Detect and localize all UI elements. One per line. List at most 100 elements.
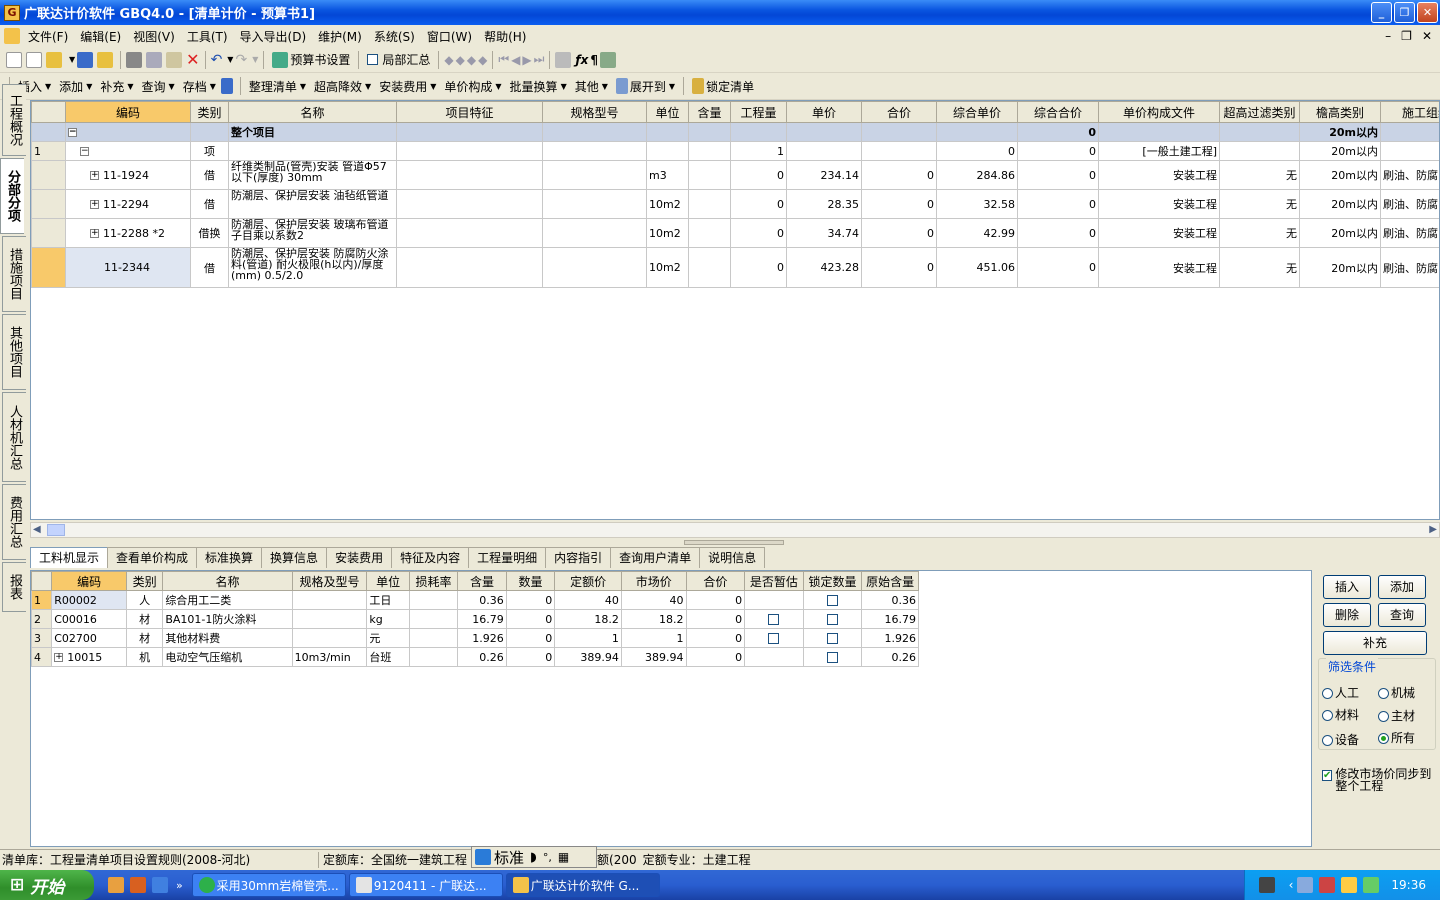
expand-to-button[interactable]: 展开到 ▼ [613, 76, 678, 96]
move-left-icon[interactable]: ◆ [444, 53, 453, 67]
prev-icon[interactable]: ◀ [511, 53, 520, 67]
start-button[interactable]: ⊞ 开始 [0, 870, 94, 900]
table-row[interactable]: +11-2294 借 防潮层、保护层安装 油毡纸管道 10m2 0 28.35 … [31, 189, 1439, 219]
table-row[interactable]: 1 − 项 1 0 0 [一般土建工程] 20m以内 [31, 141, 1439, 161]
tab-standard-convert[interactable]: 标准换算 [196, 547, 263, 568]
open-folder-icon[interactable] [46, 51, 62, 68]
minimize-button[interactable]: _ [1371, 2, 1392, 23]
col-unit[interactable]: 单位 [646, 101, 689, 123]
new-doc-icon[interactable] [26, 51, 42, 68]
cut-icon[interactable] [126, 51, 143, 68]
tray-security-icon[interactable] [1341, 877, 1358, 893]
budget-settings-button[interactable]: 预算书设置 [269, 50, 353, 70]
undo-icon[interactable]: ↶ [211, 52, 223, 68]
tab-labor-material-display[interactable]: 工料机显示 [30, 547, 109, 568]
tab-description[interactable]: 说明信息 [699, 547, 766, 568]
sync-market-price-checkbox[interactable]: ✔ 修改市场价同步到整个工程 [1322, 768, 1434, 792]
tab-unit-price-composition[interactable]: 查看单价构成 [107, 547, 198, 568]
table-row[interactable]: 2 C00016 材 BA101-1防火涂料 kg 16.79 0 18.2 1… [30, 609, 919, 629]
copy-icon[interactable] [146, 51, 163, 68]
task-item-explorer[interactable]: 9120411 - 广联达... [348, 873, 503, 897]
col-loss-rate[interactable]: 损耗率 [408, 571, 459, 591]
col-total[interactable]: 合价 [861, 101, 937, 123]
move-up-icon[interactable]: ◆ [467, 53, 476, 67]
scroll-left-icon[interactable]: ◀ [33, 524, 41, 535]
scroll-thumb[interactable] [47, 524, 65, 536]
col-total[interactable]: 合价 [685, 571, 746, 591]
sidetab-fee-summary[interactable]: 费用汇总 [2, 484, 26, 560]
move-right-icon[interactable]: ◆ [456, 53, 465, 67]
radio-all[interactable]: 所有 [1378, 729, 1415, 746]
tray-volume-icon[interactable] [1363, 877, 1380, 893]
tray-network-icon[interactable] [1297, 877, 1314, 893]
last-icon[interactable]: ⏭ [534, 52, 545, 67]
delete-button[interactable]: 删除 [1323, 603, 1371, 627]
tray-app-icon[interactable] [1258, 877, 1275, 893]
sidetab-project-overview[interactable]: 工程概况 [2, 84, 26, 156]
binoculars-icon[interactable] [220, 78, 233, 94]
save-icon[interactable] [77, 51, 94, 68]
insert-button[interactable]: 插入 [1323, 575, 1371, 599]
radio-main-material[interactable]: 主材 [1378, 707, 1415, 724]
col-code[interactable]: 编码 [65, 101, 191, 123]
expand-icon[interactable]: + [90, 171, 99, 180]
tray-clock[interactable]: 19:36 [1391, 878, 1426, 892]
menu-edit[interactable]: 编辑(E) [74, 28, 127, 45]
lock-list-button[interactable]: 锁定清单 [689, 76, 757, 96]
menu-help[interactable]: 帮助(H) [478, 28, 532, 45]
radio-material[interactable]: 材料 [1322, 706, 1359, 723]
sidetab-labor-material-summary[interactable]: 人材机汇总 [2, 392, 26, 482]
calculator-icon[interactable] [555, 51, 572, 68]
batch-convert-button[interactable]: 批量换算 ▼ [507, 76, 570, 96]
col-market-price[interactable]: 市场价 [620, 571, 687, 591]
quicklaunch-app-icon[interactable] [108, 877, 124, 893]
quicklaunch-more-icon[interactable]: » [176, 879, 183, 892]
col-category[interactable]: 类别 [125, 571, 164, 591]
archive-menu-button[interactable]: 存档 ▼ [180, 76, 219, 96]
tab-content-guide[interactable]: 内容指引 [545, 547, 612, 568]
quicklaunch-ie-icon[interactable] [152, 877, 168, 893]
menu-import-export[interactable]: 导入导出(D) [234, 28, 313, 45]
redo-icon[interactable]: ↷ [235, 52, 247, 68]
col-comp-total[interactable]: 综合合价 [1017, 101, 1099, 123]
col-quota-price[interactable]: 定额价 [554, 571, 622, 591]
col-filter-type[interactable]: 超高过滤类别 [1219, 101, 1300, 123]
query-button[interactable]: 查询 [1378, 603, 1426, 627]
menu-system[interactable]: 系统(S) [368, 28, 421, 45]
delete-icon[interactable]: ✕ [186, 50, 199, 69]
expand-icon[interactable]: + [54, 653, 64, 662]
tab-install-fee[interactable]: 安装费用 [326, 547, 393, 568]
collapse-icon[interactable]: − [68, 128, 77, 137]
table-icon[interactable] [600, 51, 617, 68]
unit-price-composition-button[interactable]: 单价构成 ▼ [441, 76, 504, 96]
col-spec[interactable]: 规格型号 [542, 101, 647, 123]
horizontal-scrollbar[interactable]: ◀ ▶ [30, 522, 1440, 538]
col-comp-price[interactable]: 综合单价 [936, 101, 1018, 123]
col-unit-price[interactable]: 单价 [786, 101, 862, 123]
collapse-icon[interactable]: − [80, 147, 89, 156]
tray-expand-icon[interactable]: ‹ [1289, 878, 1294, 892]
menu-maintain[interactable]: 维护(M) [312, 28, 368, 45]
table-row-selected[interactable]: 11-2344 借 防潮层、保护层安装 防腐防火涂料(管道) 耐火极限(h以内)… [31, 247, 1439, 288]
menu-file[interactable]: 文件(F) [22, 28, 74, 45]
col-code[interactable]: 编码 [51, 571, 127, 591]
task-item-gbq[interactable]: 广联达计价软件 G... [505, 873, 660, 897]
mdi-minimize-icon[interactable]: – [1385, 29, 1391, 43]
radio-equipment[interactable]: 设备 [1322, 731, 1359, 748]
ime-mode[interactable]: 标准 [494, 847, 524, 868]
organize-list-button[interactable]: 整理清单 ▼ [246, 76, 309, 96]
col-name[interactable]: 名称 [162, 571, 293, 591]
undo-dropdown-icon[interactable]: ▼ [227, 55, 233, 64]
col-price-file[interactable]: 单价构成文件 [1098, 101, 1220, 123]
height-reduction-button[interactable]: 超高降效 ▼ [311, 76, 374, 96]
col-unit[interactable]: 单位 [366, 571, 410, 591]
col-features[interactable]: 项目特征 [396, 101, 543, 123]
ime-logo-icon[interactable] [475, 849, 491, 865]
partial-summary-checkbox[interactable]: 局部汇总 [364, 50, 433, 70]
close-button[interactable]: ✕ [1417, 2, 1438, 23]
lock-qty-checkbox[interactable] [827, 595, 839, 606]
col-content[interactable]: 含量 [457, 571, 507, 591]
splitter-handle[interactable] [684, 540, 784, 545]
quicklaunch-browser-icon[interactable] [130, 877, 146, 893]
doc-icon[interactable] [4, 28, 20, 44]
